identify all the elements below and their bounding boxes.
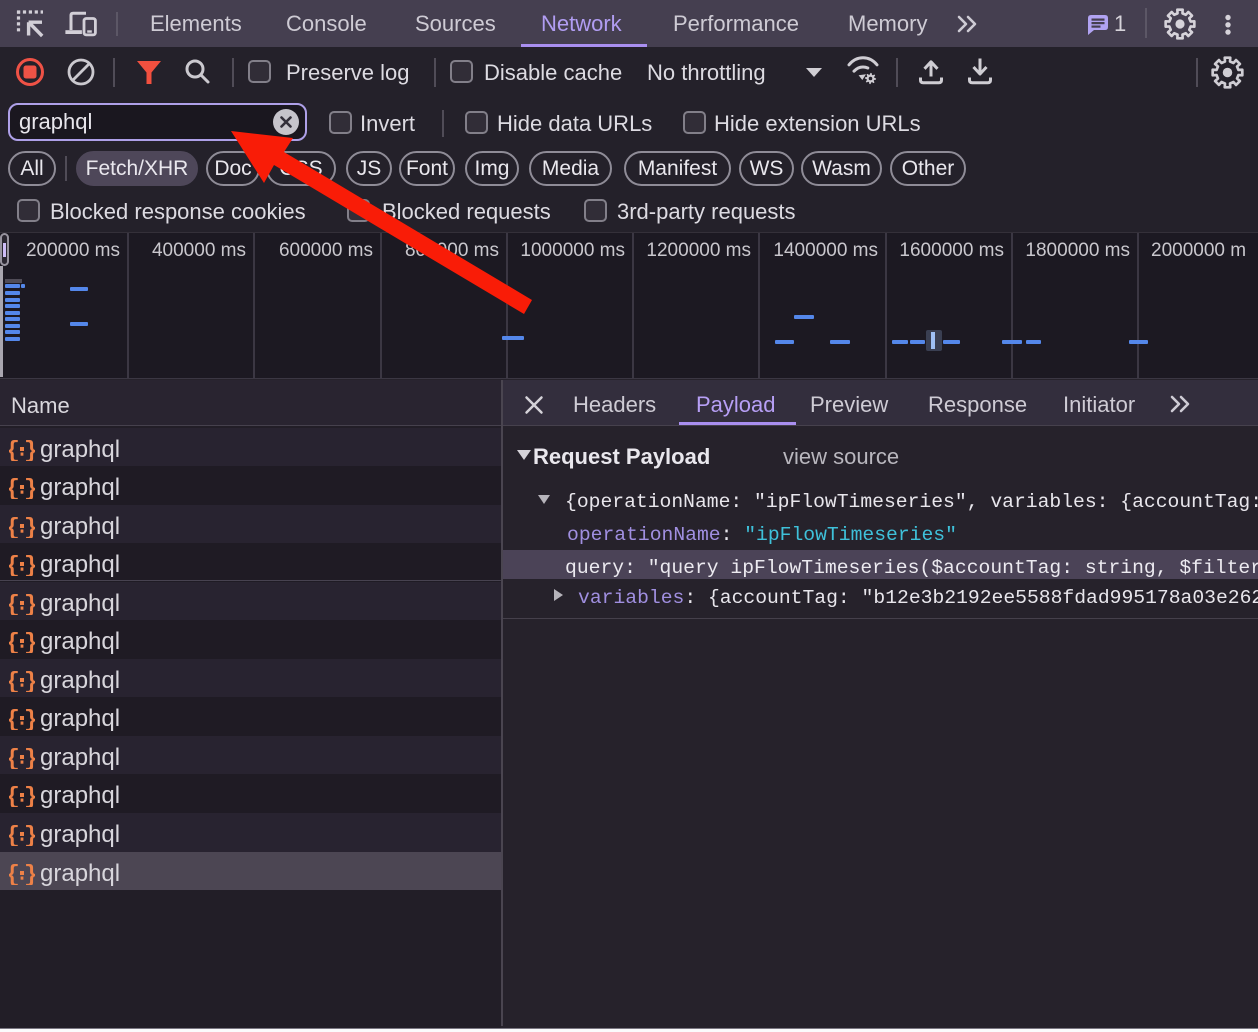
svg-text:}: } (24, 594, 35, 615)
svg-text:}: } (24, 748, 35, 769)
svg-text:}: } (24, 440, 35, 461)
svg-text:{: { (9, 478, 20, 499)
svg-text:}: } (24, 555, 35, 576)
svg-text:{: { (9, 864, 20, 885)
svg-text:}: } (24, 478, 35, 499)
svg-text:{: { (9, 709, 20, 730)
svg-text:{: { (9, 555, 20, 576)
svg-text:{: { (9, 632, 20, 653)
svg-text:{: { (9, 671, 20, 692)
svg-text:}: } (24, 864, 35, 885)
svg-text:{: { (9, 517, 20, 538)
svg-text:{: { (9, 748, 20, 769)
svg-text:}: } (24, 671, 35, 692)
svg-text:{: { (9, 786, 20, 807)
svg-text:}: } (24, 632, 35, 653)
svg-text:{: { (9, 825, 20, 846)
svg-text:}: } (24, 709, 35, 730)
svg-text:{: { (9, 594, 20, 615)
svg-text:{: { (9, 440, 20, 461)
svg-text:}: } (24, 786, 35, 807)
svg-text:}: } (24, 825, 35, 846)
svg-text:}: } (24, 517, 35, 538)
